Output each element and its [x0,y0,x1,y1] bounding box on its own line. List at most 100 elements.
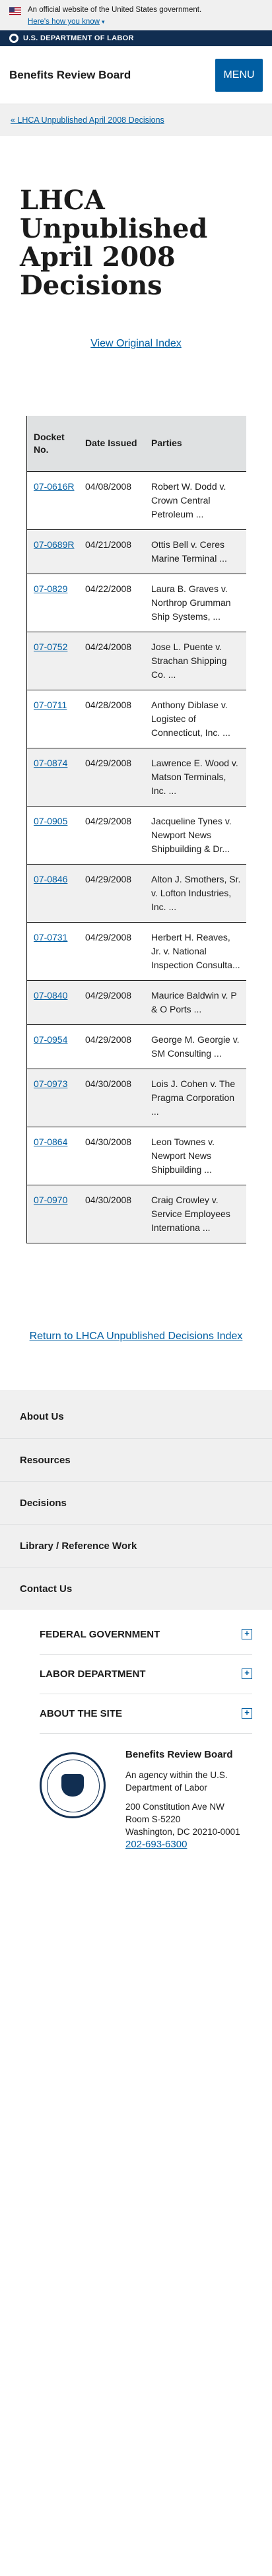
original-index-wrap: View Original Index [0,338,272,350]
return-to-index-link[interactable]: Return to LHCA Unpublished Decisions Ind… [30,1331,243,1342]
accordion-toggle[interactable]: ABOUT THE SITE + [40,1694,252,1734]
agency-address-line2: Room S-5220 [125,1814,181,1824]
table-row: 07-0829 04/22/2008 Laura B. Graves v. Nort… [27,574,246,632]
docket-cell: 07-0846 [27,864,79,923]
col-header-parties: Parties [145,416,246,472]
dol-strip: U.S. DEPARTMENT OF LABOR [0,30,272,46]
table-row: 07-0846 04/29/2008 Alton J. Smothers, Sr. … [27,864,246,923]
parties-cell: Alton J. Smothers, Sr. v. Lofton Industr… [145,864,246,923]
footer-nav-item[interactable]: Contact Us [0,1566,272,1610]
date-cell: 04/24/2008 [79,632,145,690]
docket-link[interactable]: 07-0954 [34,1034,67,1045]
date-cell: 04/29/2008 [79,980,145,1025]
docket-link[interactable]: 07-0829 [34,583,67,594]
table-row: 07-0752 04/24/2008 Jose L. Puente v. Strac… [27,632,246,690]
footer-nav-item[interactable]: Decisions [0,1480,272,1524]
docket-cell: 07-0711 [27,690,79,748]
docket-link[interactable]: 07-0689R [34,539,75,550]
parties-cell: Laura B. Graves v. Northrop Grumman Ship… [145,574,246,632]
table-row: 07-0616R 04/08/2008 Robert W. Dodd v. Crow… [27,471,246,530]
docket-cell: 07-0731 [27,922,79,981]
heres-how-you-know-label: Here's how you know [28,18,100,26]
table-row: 07-0970 04/30/2008 Craig Crowley v. Servic… [27,1185,246,1243]
docket-cell: 07-0752 [27,632,79,690]
breadcrumb-back-link[interactable]: « LHCA Unpublished April 2008 Decisions [11,116,164,125]
page-title: LHCA Unpublished April 2008 Decisions [20,185,208,301]
parties-cell: Anthony Diblase v. Logistec of Connectic… [145,690,246,748]
date-cell: 04/22/2008 [79,574,145,632]
chevron-down-icon: ▾ [101,18,105,25]
table-row: 07-0874 04/29/2008 Lawrence E. Wood v. Mat… [27,748,246,807]
docket-link[interactable]: 07-0874 [34,758,67,768]
docket-link[interactable]: 07-0864 [34,1137,67,1147]
footer-nav-item[interactable]: Library / Reference Work [0,1523,272,1567]
parties-cell: Lawrence E. Wood v. Matson Terminals, In… [145,748,246,807]
footer-nav-item[interactable]: Resources [0,1437,272,1481]
gov-banner: An official website of the United States… [0,0,272,30]
docket-link[interactable]: 07-0905 [34,816,67,826]
agency-info: Benefits Review Board An agency within t… [125,1748,259,1851]
plus-icon: + [242,1708,252,1719]
docket-link[interactable]: 07-0616R [34,481,75,492]
docket-link[interactable]: 07-0840 [34,990,67,1001]
parties-cell: Craig Crowley v. Service Employees Inter… [145,1185,246,1243]
site-header: Benefits Review Board MENU [0,46,272,104]
heres-how-you-know-link[interactable]: Here's how you know ▾ [28,18,104,26]
table-body: 07-0616R 04/08/2008 Robert W. Dodd v. Crow… [27,471,246,1243]
date-cell: 04/29/2008 [79,748,145,807]
view-original-index-link[interactable]: View Original Index [90,338,182,349]
date-cell: 04/29/2008 [79,864,145,923]
date-cell: 04/21/2008 [79,529,145,574]
docket-cell: 07-0864 [27,1127,79,1185]
docket-cell: 07-0840 [27,980,79,1025]
date-cell: 04/30/2008 [79,1069,145,1127]
accordion-label: LABOR DEPARTMENT [40,1668,146,1680]
accordion-label: FEDERAL GOVERNMENT [40,1628,160,1640]
accordion-toggle[interactable]: FEDERAL GOVERNMENT + [40,1615,252,1655]
footer-accordion: FEDERAL GOVERNMENT + LABOR DEPARTMENT + ABOU… [0,1609,272,1734]
parties-cell: Maurice Baldwin v. P & O Ports ... [145,980,246,1025]
docket-link[interactable]: 07-0970 [34,1195,67,1205]
accordion-toggle[interactable]: LABOR DEPARTMENT + [40,1655,252,1694]
docket-cell: 07-0954 [27,1024,79,1069]
docket-link[interactable]: 07-0752 [34,642,67,652]
plus-icon: + [242,1629,252,1639]
accordion-label: ABOUT THE SITE [40,1707,123,1719]
table-row: 07-0711 04/28/2008 Anthony Diblase v. Logi… [27,690,246,748]
col-header-docket: Docket No. [27,416,79,472]
main-content: LHCA Unpublished April 2008 Decisions Vi… [0,110,272,1344]
agency-name: Benefits Review Board [125,1748,233,1760]
docket-link[interactable]: 07-0973 [34,1078,67,1089]
parties-cell: Robert W. Dodd v. Crown Central Petroleu… [145,471,246,530]
table-row: 07-0840 04/29/2008 Maurice Baldwin v. P & … [27,980,246,1025]
agency-address-line1: 200 Constitution Ave NW [125,1801,224,1812]
table-row: 07-0689R 04/21/2008 Ottis Bell v. Ceres Ma… [27,529,246,574]
docket-cell: 07-0829 [27,574,79,632]
site-title-link[interactable]: Benefits Review Board [9,69,131,82]
parties-cell: Jose L. Puente v. Strachan Shipping Co. … [145,632,246,690]
date-cell: 04/29/2008 [79,1024,145,1069]
footer-nav: About Us Resources Decisions Library / Refe… [0,1389,272,1610]
parties-cell: Herbert H. Reaves, Jr. v. National Inspe… [145,922,246,981]
return-link-wrap: Return to LHCA Unpublished Decisions Ind… [0,1329,272,1344]
decisions-table-wrap: Docket No. Date Issued Parties 07-0616R 0… [26,416,246,1243]
date-cell: 04/30/2008 [79,1127,145,1185]
date-cell: 04/30/2008 [79,1185,145,1243]
agency-phone-link[interactable]: 202-693-6300 [125,1839,187,1850]
docket-cell: 07-0874 [27,748,79,807]
parties-cell: Lois J. Cohen v. The Pragma Corporation … [145,1069,246,1127]
table-header-row: Docket No. Date Issued Parties [27,416,246,472]
table-row: 07-0864 04/30/2008 Leon Townes v. Newport … [27,1127,246,1185]
docket-link[interactable]: 07-0711 [34,700,67,710]
docket-link[interactable]: 07-0846 [34,874,67,884]
parties-cell: George M. Georgie v. SM Consulting ... [145,1024,246,1069]
table-row: 07-0973 04/30/2008 Lois J. Cohen v. The Pr… [27,1069,246,1127]
menu-button[interactable]: MENU [215,58,263,92]
docket-link[interactable]: 07-0731 [34,932,67,942]
parties-cell: Leon Townes v. Newport News Shipbuilding… [145,1127,246,1185]
date-cell: 04/28/2008 [79,690,145,748]
decisions-table: Docket No. Date Issued Parties 07-0616R 0… [27,416,246,1243]
date-cell: 04/29/2008 [79,806,145,865]
dol-name: U.S. DEPARTMENT OF LABOR [23,34,134,42]
footer-nav-item[interactable]: About Us [0,1395,272,1438]
